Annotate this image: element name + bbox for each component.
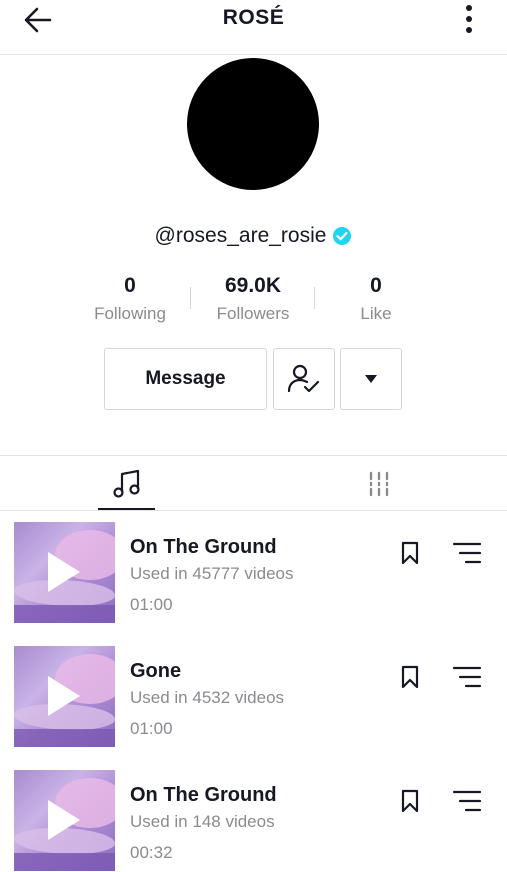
track-thumbnail[interactable] — [14, 522, 115, 623]
track-usage-count: Used in 45777 videos — [130, 564, 294, 583]
page-title: ROSÉ — [222, 6, 285, 29]
stat-divider — [190, 287, 191, 309]
track-usage-count: Used in 148 videos — [130, 812, 275, 831]
profile-stats: 0 Following 69.0K Followers 0 Like — [0, 273, 507, 333]
list-item[interactable]: Gone Used in 4532 videos 01:00 — [0, 646, 507, 750]
track-title: On The Ground — [130, 536, 277, 558]
list-menu-icon — [452, 666, 482, 688]
list-menu-icon — [452, 790, 482, 812]
dropdown-button[interactable] — [340, 348, 402, 410]
track-menu-button[interactable] — [452, 540, 482, 566]
track-thumbnail[interactable] — [14, 770, 115, 871]
verified-badge-icon — [332, 226, 352, 246]
bookmark-button[interactable] — [398, 664, 422, 690]
more-vertical-icon — [466, 5, 472, 33]
content-tabs — [0, 455, 507, 511]
track-duration: 01:00 — [130, 719, 173, 738]
tab-music[interactable] — [98, 456, 155, 511]
bookmark-button[interactable] — [398, 788, 422, 814]
track-thumbnail[interactable] — [14, 646, 115, 747]
track-menu-button[interactable] — [452, 788, 482, 814]
list-menu-icon — [452, 542, 482, 564]
more-options-button[interactable] — [455, 2, 483, 36]
stat-label: Like — [360, 304, 392, 323]
music-note-icon — [112, 469, 140, 498]
play-icon — [48, 800, 80, 840]
bookmark-icon — [401, 541, 419, 565]
avatar[interactable] — [187, 58, 319, 190]
bookmark-icon — [401, 789, 419, 813]
stat-label: Followers — [216, 304, 290, 323]
stat-following[interactable]: 0 Following — [70, 273, 190, 324]
friend-status-button[interactable] — [273, 348, 335, 410]
bookmark-icon — [401, 665, 419, 689]
track-duration: 00:32 — [130, 843, 173, 862]
profile-actions: Message — [0, 348, 507, 410]
thumbnail-art — [14, 605, 115, 623]
thumbnail-art — [14, 729, 115, 747]
play-icon — [48, 552, 80, 592]
track-menu-button[interactable] — [452, 664, 482, 690]
username: @roses_are_rosie — [154, 224, 327, 247]
tab-videos[interactable] — [350, 456, 407, 511]
play-icon — [48, 676, 80, 716]
columns-icon — [369, 471, 388, 496]
stat-divider — [314, 287, 315, 309]
bookmark-button[interactable] — [398, 540, 422, 566]
stat-followers[interactable]: 69.0K Followers — [193, 273, 313, 324]
stat-value: 0 — [124, 274, 136, 297]
username-row: @roses_are_rosie — [0, 224, 507, 248]
active-tab-indicator — [98, 508, 155, 510]
list-item[interactable]: On The Ground Used in 45777 videos 01:00 — [0, 522, 507, 626]
track-duration: 01:00 — [130, 595, 173, 614]
top-bar: ROSÉ — [0, 0, 507, 55]
thumbnail-art — [14, 853, 115, 871]
stat-value: 0 — [370, 274, 382, 297]
list-item[interactable]: On The Ground Used in 148 videos 00:32 — [0, 770, 507, 872]
user-check-icon — [287, 364, 320, 393]
stat-likes[interactable]: 0 Like — [316, 273, 436, 324]
track-title: On The Ground — [130, 784, 277, 806]
caret-down-icon — [365, 375, 377, 383]
stat-value: 69.0K — [224, 274, 282, 297]
stat-label: Following — [94, 304, 166, 323]
message-button[interactable]: Message — [104, 348, 267, 410]
track-title: Gone — [130, 660, 182, 682]
track-usage-count: Used in 4532 videos — [130, 688, 285, 707]
